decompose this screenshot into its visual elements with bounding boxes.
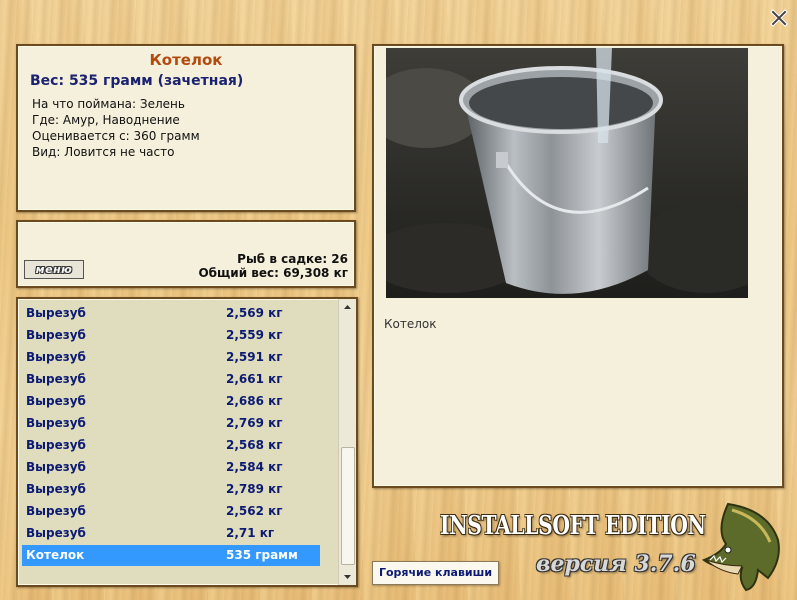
bait-info: На что поймана: Зелень <box>32 97 185 111</box>
photo-panel: Котелок <box>372 44 784 488</box>
metal-pot-photo <box>386 48 748 298</box>
fish-weight-cell: 2,559 кг <box>226 328 283 342</box>
fish-weight: Вес: 535 грамм (зачетная) <box>30 73 244 89</box>
fish-weight-cell: 2,584 кг <box>226 460 283 474</box>
list-item[interactable]: Вырезуб 2,584 кг <box>22 457 320 478</box>
fish-weight-cell: 2,568 кг <box>226 438 283 452</box>
list-item[interactable]: Вырезуб 2,789 кг <box>22 479 320 500</box>
fish-weight-cell: 2,71 кг <box>226 526 275 540</box>
list-scrollbar[interactable] <box>338 299 356 585</box>
fish-weight-cell: 2,562 кг <box>226 504 283 518</box>
scroll-thumb[interactable] <box>341 447 355 565</box>
fish-name-cell: Вырезуб <box>26 526 86 540</box>
fish-name-cell: Вырезуб <box>26 350 86 364</box>
list-item[interactable]: Вырезуб 2,661 кг <box>22 369 320 390</box>
scroll-down-button[interactable] <box>339 569 356 585</box>
list-item[interactable]: Вырезуб 2,71 кг <box>22 523 320 544</box>
fish-title: Котелок <box>149 51 223 69</box>
hotkeys-button[interactable]: Горячие клавиши <box>372 561 499 585</box>
list-item[interactable]: Вырезуб 2,686 кг <box>22 391 320 412</box>
fish-weight-cell: 535 грамм <box>226 548 298 562</box>
edition-title: INSTALLSOFT EDITION <box>440 511 706 541</box>
fish-name-cell: Вырезуб <box>26 438 86 452</box>
frequency-info: Вид: Ловится не часто <box>32 145 175 159</box>
fish-weight-cell: 2,769 кг <box>226 416 283 430</box>
fish-info-panel: Котелок Вес: 535 грамм (зачетная) На что… <box>16 44 356 212</box>
list-item[interactable]: Вырезуб 2,769 кг <box>22 413 320 434</box>
list-item[interactable]: Вырезуб 2,569 кг <box>22 303 320 324</box>
fish-name-cell: Вырезуб <box>26 328 86 342</box>
menu-label: меню <box>35 263 73 276</box>
list-item[interactable]: Вырезуб 2,559 кг <box>22 325 320 346</box>
valued-from-info: Оценивается с: 360 грамм <box>32 129 200 143</box>
fish-name-cell: Вырезуб <box>26 372 86 386</box>
pike-fish-logo <box>698 500 784 592</box>
fish-name-cell: Вырезуб <box>26 460 86 474</box>
fish-weight-cell: 2,789 кг <box>226 482 283 496</box>
catch-list[interactable]: Вырезуб 2,569 кг Вырезуб 2,559 кг Вырезуб 2,5… <box>16 297 358 587</box>
list-item-selected[interactable]: Котелок 535 грамм <box>22 545 320 566</box>
scroll-up-button[interactable] <box>339 299 356 315</box>
arrow-down-icon <box>344 575 351 579</box>
fish-count: Рыб в садке: 26 <box>237 252 348 266</box>
version-label: версия 3.7.6 <box>536 551 696 577</box>
keepnet-stats-panel: меню Рыб в садке: 26 Общий вес: 69,308 к… <box>16 220 356 288</box>
fish-name-cell: Вырезуб <box>26 306 86 320</box>
fish-name-cell: Вырезуб <box>26 482 86 496</box>
list-item[interactable]: Вырезуб 2,591 кг <box>22 347 320 368</box>
list-item[interactable]: Вырезуб 2,568 кг <box>22 435 320 456</box>
total-weight: Общий вес: 69,308 кг <box>198 266 348 280</box>
fish-weight-cell: 2,591 кг <box>226 350 283 364</box>
menu-button[interactable]: меню <box>24 260 84 279</box>
fish-weight-cell: 2,686 кг <box>226 394 283 408</box>
close-x-icon <box>770 9 788 27</box>
photo-caption: Котелок <box>384 317 437 331</box>
fish-name-cell: Вырезуб <box>26 504 86 518</box>
fish-weight-cell: 2,661 кг <box>226 372 283 386</box>
close-button[interactable] <box>769 8 789 28</box>
list-item[interactable]: Вырезуб 2,562 кг <box>22 501 320 522</box>
fish-name-cell: Котелок <box>26 548 85 562</box>
fish-name-cell: Вырезуб <box>26 394 86 408</box>
arrow-up-icon <box>344 305 351 309</box>
location-info: Где: Амур, Наводнение <box>32 113 180 127</box>
fish-weight-cell: 2,569 кг <box>226 306 283 320</box>
fish-name-cell: Вырезуб <box>26 416 86 430</box>
